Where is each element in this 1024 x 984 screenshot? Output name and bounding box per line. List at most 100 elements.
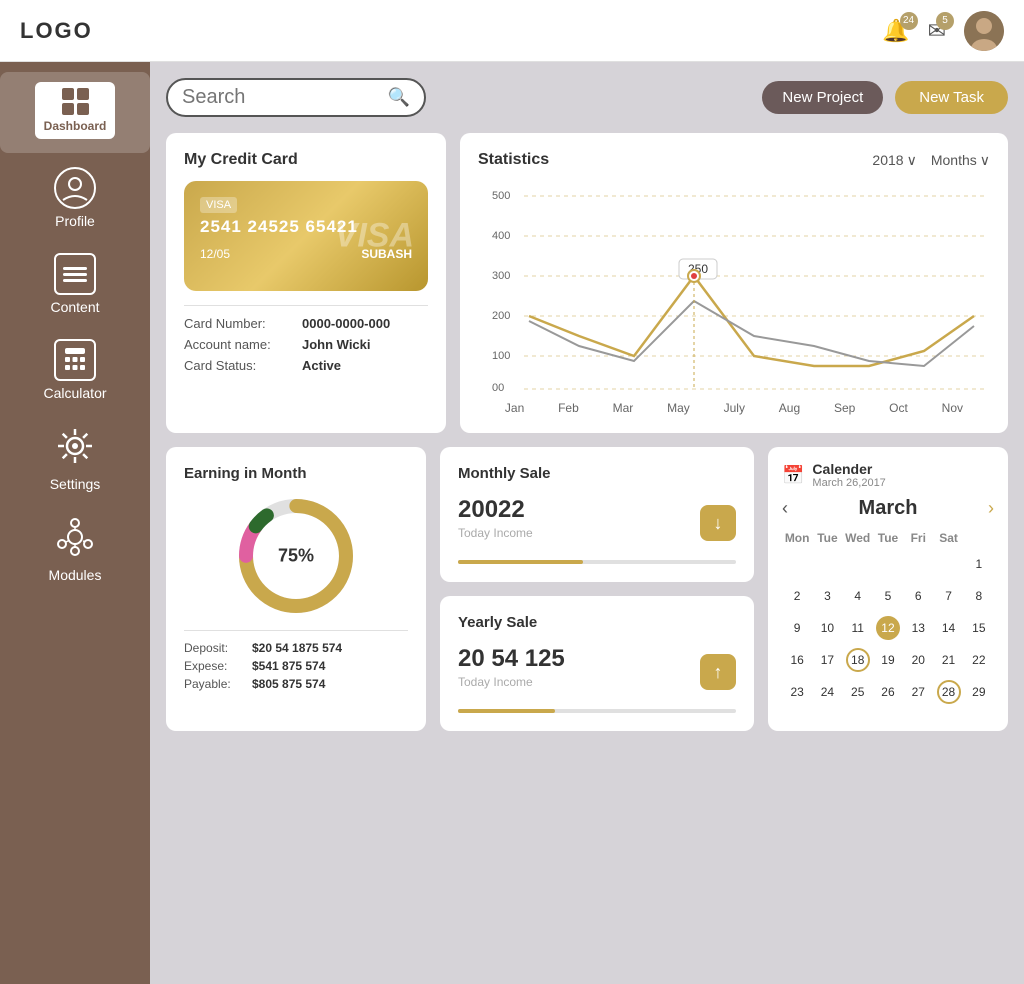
cal-day[interactable]: 13	[903, 612, 933, 644]
sidebar-label-content: Content	[50, 299, 99, 315]
expense-label: Expese:	[184, 659, 244, 673]
cal-day[interactable]: 21	[933, 644, 963, 676]
cal-header-tue: Tue	[812, 528, 842, 548]
sidebar: Dashboard Profile Content	[0, 62, 150, 984]
cal-header-sat: Sat	[933, 528, 963, 548]
sidebar-item-modules[interactable]: Modules	[0, 506, 150, 593]
cal-day[interactable]: 27	[903, 676, 933, 708]
calendar-prev-btn[interactable]: ‹	[782, 498, 788, 519]
sidebar-item-dashboard[interactable]: Dashboard	[0, 72, 150, 153]
cal-day[interactable]: 20	[903, 644, 933, 676]
cal-day[interactable]: 12	[873, 612, 903, 644]
cal-day[interactable]: 3	[812, 580, 842, 612]
search-input[interactable]	[182, 86, 380, 109]
cal-day[interactable]: 5	[873, 580, 903, 612]
sidebar-item-content[interactable]: Content	[0, 243, 150, 325]
calendar-date: March 26,2017	[812, 477, 885, 489]
sidebar-item-profile[interactable]: Profile	[0, 157, 150, 239]
card-expiry: 12/05	[200, 247, 230, 261]
payable-row: Payable: $805 875 574	[184, 677, 408, 691]
cal-day[interactable]: 22	[964, 644, 994, 676]
svg-text:00: 00	[492, 382, 504, 394]
card-info-number-row: Card Number: 0000-0000-000	[184, 316, 428, 331]
cal-day[interactable]	[782, 548, 812, 580]
calendar-icon: 📅	[782, 465, 804, 486]
cal-day[interactable]: 19	[873, 644, 903, 676]
cal-day[interactable]: 28	[933, 676, 963, 708]
sidebar-item-calculator[interactable]: Calculator	[0, 329, 150, 411]
cal-day[interactable]	[933, 548, 963, 580]
calendar-nav: ‹ March ›	[782, 497, 994, 520]
card-info-account-label: Account name:	[184, 337, 294, 352]
content-area: 🔍 New Project New Task My Credit Card VI…	[150, 62, 1024, 984]
sidebar-label-modules: Modules	[49, 567, 102, 583]
cal-day[interactable]: 16	[782, 644, 812, 676]
calendar-next-btn[interactable]: ›	[988, 498, 994, 519]
notifications-button[interactable]: 🔔 24	[882, 18, 909, 44]
cal-day[interactable]: 9	[782, 612, 812, 644]
card-info-account-value: John Wicki	[302, 337, 371, 352]
cal-day[interactable]: 29	[964, 676, 994, 708]
donut-chart: 75%	[236, 496, 356, 616]
monthly-sale-progress	[458, 560, 736, 564]
sidebar-item-settings[interactable]: Settings	[0, 415, 150, 502]
expense-row: Expese: $541 875 574	[184, 659, 408, 673]
cal-day[interactable]	[843, 548, 873, 580]
cal-day[interactable]: 15	[964, 612, 994, 644]
search-box: 🔍	[166, 78, 426, 117]
cal-day[interactable]: 23	[782, 676, 812, 708]
cal-day[interactable]	[873, 548, 903, 580]
cal-day[interactable]: 18	[843, 644, 873, 676]
cal-day[interactable]: 24	[812, 676, 842, 708]
cal-day[interactable]: 8	[964, 580, 994, 612]
svg-text:400: 400	[492, 230, 510, 242]
cal-day[interactable]: 1	[964, 548, 994, 580]
new-task-button[interactable]: New Task	[895, 81, 1008, 114]
yearly-sale-title: Yearly Sale	[458, 614, 736, 631]
earning-percentage: 75%	[278, 546, 314, 567]
stats-period-selector[interactable]: Months ∨	[931, 152, 990, 169]
header: LOGO 🔔 24 ✉ 5	[0, 0, 1024, 62]
cal-day[interactable]: 7	[933, 580, 963, 612]
stats-header: Statistics 2018 ∨ Months ∨	[478, 151, 990, 169]
visa-watermark: VISA	[335, 217, 414, 256]
messages-button[interactable]: ✉ 5	[928, 18, 946, 44]
cal-day[interactable]	[812, 548, 842, 580]
cal-day[interactable]	[903, 548, 933, 580]
settings-icon	[54, 425, 96, 472]
sale-panels-col: Monthly Sale 20022 Today Income ↓ Yearl	[440, 447, 754, 731]
main-layout: Dashboard Profile Content	[0, 62, 1024, 984]
sidebar-label-calculator: Calculator	[43, 385, 106, 401]
visa-label: VISA	[200, 197, 237, 213]
monthly-sale-btn[interactable]: ↓	[700, 505, 736, 541]
cal-day[interactable]: 17	[812, 644, 842, 676]
cal-day[interactable]: 4	[843, 580, 873, 612]
cal-header-wed: Wed	[843, 528, 873, 548]
card-info-status-value: Active	[302, 358, 341, 373]
card-info-status-label: Card Status:	[184, 358, 294, 373]
cards-row: My Credit Card VISA 2541 24525 65421 12/…	[166, 133, 1008, 433]
earning-title: Earning in Month	[184, 465, 408, 482]
payable-value: $805 875 574	[252, 677, 325, 691]
sidebar-label-profile: Profile	[55, 213, 95, 229]
yearly-sale-progress	[458, 709, 736, 713]
yearly-sale-btn[interactable]: ↑	[700, 654, 736, 690]
cal-day[interactable]: 14	[933, 612, 963, 644]
monthly-sale-amount: 20022	[458, 496, 533, 524]
new-project-button[interactable]: New Project	[762, 81, 883, 114]
cal-day[interactable]: 10	[812, 612, 842, 644]
cal-day[interactable]: 6	[903, 580, 933, 612]
yearly-sale-row: 20 54 125 Today Income ↑	[458, 645, 736, 699]
content-icon	[54, 253, 96, 295]
cal-day[interactable]: 26	[873, 676, 903, 708]
cal-day[interactable]: 11	[843, 612, 873, 644]
avatar[interactable]	[964, 11, 1004, 51]
cal-day[interactable]: 2	[782, 580, 812, 612]
logo: LOGO	[20, 18, 93, 44]
statistics-panel: Statistics 2018 ∨ Months ∨	[460, 133, 1008, 433]
yearly-sale-progress-fill	[458, 709, 555, 713]
cal-header-mon: Mon	[782, 528, 812, 548]
cal-day[interactable]: 25	[843, 676, 873, 708]
search-icon[interactable]: 🔍	[388, 87, 410, 108]
stats-year-selector[interactable]: 2018 ∨	[872, 152, 916, 169]
